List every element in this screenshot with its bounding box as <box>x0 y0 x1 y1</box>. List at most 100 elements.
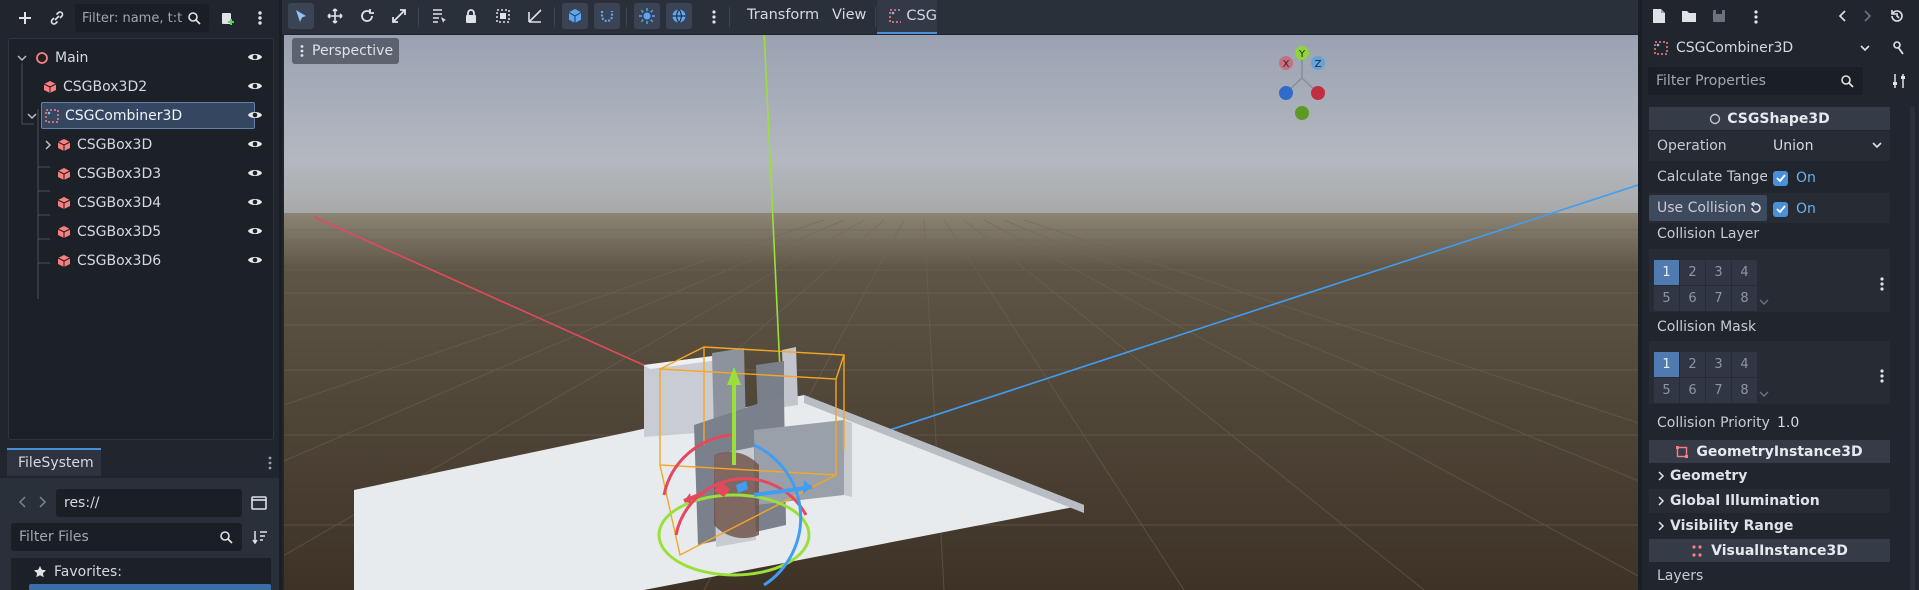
sort-button[interactable] <box>252 530 268 544</box>
group-visibility-range[interactable]: Visibility Range <box>1649 514 1890 538</box>
layer-bit[interactable]: 8 <box>1732 286 1757 311</box>
mask-bit[interactable]: 1 <box>1654 352 1679 377</box>
object-properties-button[interactable] <box>1891 40 1905 56</box>
local-space-button[interactable] <box>562 3 588 29</box>
scene-filter-input[interactable]: Filter: name, t:t <box>75 4 209 32</box>
calculate-tangents-checkbox[interactable]: On <box>1773 170 1816 186</box>
layer-bit[interactable]: 5 <box>1654 286 1679 311</box>
group-global-illumination[interactable]: Global Illumination <box>1649 489 1890 513</box>
tree-item-csgbox3d4[interactable]: CSGBox3D4 <box>9 188 273 217</box>
tree-item-csgbox3d5[interactable]: CSGBox3D5 <box>9 217 273 246</box>
collision-priority-field[interactable]: 1.0 <box>1769 410 1890 436</box>
layer-bit[interactable]: 7 <box>1706 286 1731 311</box>
collision-layer-menu-button[interactable] <box>1880 276 1884 292</box>
perspective-menu[interactable]: Perspective <box>292 38 400 64</box>
scene-more-button[interactable] <box>247 5 273 31</box>
lock-button[interactable] <box>458 3 484 29</box>
layer-bit[interactable]: 1 <box>1654 260 1679 285</box>
chevron-right-icon[interactable] <box>43 139 53 150</box>
chevron-down-icon[interactable] <box>27 111 37 121</box>
chevron-down-icon[interactable] <box>17 53 27 63</box>
visibility-eye-icon[interactable] <box>247 253 263 267</box>
layer-bit[interactable]: 2 <box>1680 260 1705 285</box>
visibility-eye-icon[interactable] <box>247 50 263 64</box>
toggle-split-button[interactable] <box>251 496 267 510</box>
history-forward-button[interactable] <box>1862 9 1872 23</box>
tree-item-csgbox3d2[interactable]: CSGBox3D2 <box>9 72 273 101</box>
tree-item-csgbox3d[interactable]: CSGBox3D <box>9 130 273 159</box>
list-select-button[interactable] <box>426 3 452 29</box>
dock-splitter[interactable] <box>1638 0 1642 590</box>
move-mode-button[interactable] <box>322 3 348 29</box>
visibility-eye-icon[interactable] <box>247 195 263 209</box>
transform-menu[interactable]: Transform <box>747 7 819 23</box>
mask-bit[interactable]: 2 <box>1680 352 1705 377</box>
operation-dropdown[interactable]: Union <box>1769 133 1890 159</box>
filter-files-input[interactable]: Filter Files <box>11 523 242 551</box>
group-geometry[interactable]: Geometry <box>1649 464 1890 488</box>
mask-bit[interactable]: 6 <box>1680 378 1705 403</box>
inspector-more-button[interactable] <box>1754 9 1758 25</box>
selected-file-row[interactable] <box>29 584 271 590</box>
tree-item-csgbox3d6[interactable]: CSGBox3D6 <box>9 246 273 275</box>
visibility-eye-icon[interactable] <box>247 79 263 93</box>
layer-bit[interactable]: 3 <box>1706 260 1731 285</box>
csg-menu[interactable]: CSG <box>877 0 937 34</box>
group-button[interactable] <box>490 3 516 29</box>
section-visualinstance3d[interactable]: VisualInstance3D <box>1649 539 1890 562</box>
collision-layer-grid[interactable]: 1 2 3 4 5 6 7 8 <box>1654 260 1757 311</box>
layer-bit[interactable]: 4 <box>1732 260 1757 285</box>
layer-bit[interactable]: 6 <box>1680 286 1705 311</box>
inspector-scrollbar[interactable] <box>1910 107 1915 590</box>
favorites-row[interactable]: Favorites: <box>33 564 122 580</box>
section-geometryinstance3d[interactable]: GeometryInstance3D <box>1649 440 1890 463</box>
chevron-down-icon[interactable] <box>1759 391 1769 399</box>
mask-bit[interactable]: 3 <box>1706 352 1731 377</box>
node-selector[interactable]: CSGCombiner3D <box>1646 34 1878 62</box>
tab-filesystem[interactable]: FileSystem <box>7 448 101 476</box>
mask-bit[interactable]: 8 <box>1732 378 1757 403</box>
history-back-button[interactable] <box>1838 9 1848 23</box>
mask-bit[interactable]: 5 <box>1654 378 1679 403</box>
instance-scene-button[interactable] <box>44 5 70 31</box>
collision-mask-grid[interactable]: 1 2 3 4 5 6 7 8 <box>1654 352 1757 403</box>
scene-tree[interactable]: Main CSGBox3D2 CSGCombiner3D CSGBox3D CS… <box>8 38 274 440</box>
visibility-eye-icon[interactable] <box>247 166 263 180</box>
tree-item-csgbox3d3[interactable]: CSGBox3D3 <box>9 159 273 188</box>
toggle-environment-button[interactable] <box>666 3 692 29</box>
fs-dock-menu-button[interactable] <box>268 455 272 471</box>
scale-mode-button[interactable] <box>386 3 412 29</box>
revert-icon[interactable] <box>1749 202 1761 214</box>
save-resource-button[interactable] <box>1706 3 1732 29</box>
property-options-button[interactable] <box>1891 73 1907 89</box>
tree-item-csgcombiner3d[interactable]: CSGCombiner3D <box>9 101 273 130</box>
visibility-eye-icon[interactable] <box>247 224 263 238</box>
rotate-mode-button[interactable] <box>354 3 380 29</box>
visibility-eye-icon[interactable] <box>247 137 263 151</box>
visibility-eye-icon[interactable] <box>247 108 263 122</box>
add-node-button[interactable] <box>12 5 38 31</box>
filter-properties-input[interactable]: Filter Properties <box>1648 67 1863 95</box>
ruler-button[interactable] <box>522 3 548 29</box>
load-resource-button[interactable] <box>1676 3 1702 29</box>
file-tree[interactable]: Favorites: <box>11 558 271 590</box>
mask-bit[interactable]: 7 <box>1706 378 1731 403</box>
section-csgshape3d[interactable]: CSGShape3D <box>1649 107 1890 130</box>
back-button[interactable] <box>18 495 28 509</box>
use-collision-checkbox[interactable]: On <box>1773 201 1816 217</box>
mask-bit[interactable]: 4 <box>1732 352 1757 377</box>
path-field[interactable]: res:// <box>56 489 242 517</box>
tree-item-main[interactable]: Main <box>9 43 273 72</box>
forward-button[interactable] <box>37 495 47 509</box>
environment-more-button[interactable] <box>712 9 716 25</box>
chevron-down-icon[interactable] <box>1759 299 1769 307</box>
toggle-sun-button[interactable] <box>634 3 660 29</box>
view-menu[interactable]: View <box>832 7 866 23</box>
new-resource-button[interactable] <box>1646 3 1672 29</box>
attach-script-button[interactable] <box>215 5 241 31</box>
collision-mask-menu-button[interactable] <box>1880 368 1884 384</box>
history-button[interactable] <box>1889 8 1905 24</box>
snap-button[interactable] <box>594 3 620 29</box>
viewport-canvas[interactable]: Y X Z Perspective <box>284 35 1638 590</box>
select-mode-button[interactable] <box>288 3 314 29</box>
